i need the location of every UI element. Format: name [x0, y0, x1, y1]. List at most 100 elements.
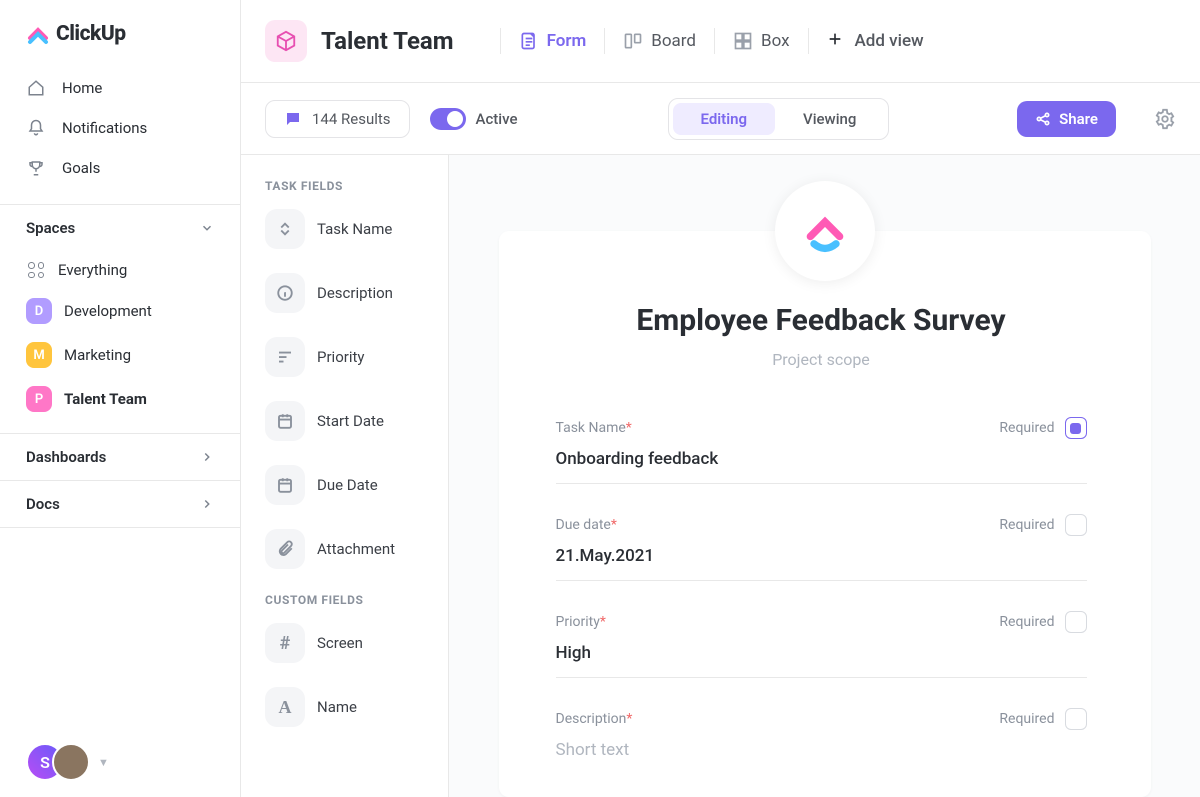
checkbox-checked-icon[interactable] [1065, 417, 1087, 439]
form-subtitle[interactable]: Project scope [556, 350, 1087, 369]
calendar-icon [265, 401, 305, 441]
attachment-icon [265, 529, 305, 569]
form-field-task-name[interactable]: Task Name* Required Onboarding feedback [556, 409, 1087, 484]
checkbox-icon[interactable] [1065, 514, 1087, 536]
space-marketing[interactable]: M Marketing [0, 333, 240, 377]
field-label: Description* [556, 711, 633, 727]
field-label: Description [317, 284, 393, 302]
custom-field-screen[interactable]: # Screen [265, 623, 440, 663]
sidebar: ClickUp Home Notifications Goals Spaces [0, 0, 241, 797]
chevron-right-icon [200, 450, 214, 464]
switch-on-icon[interactable] [430, 108, 466, 130]
mode-viewing[interactable]: Viewing [775, 103, 884, 135]
field-label: Task Name [317, 220, 392, 238]
logo[interactable]: ClickUp [0, 22, 240, 68]
nav-notifications-label: Notifications [62, 119, 147, 137]
space-everything[interactable]: Everything [0, 251, 240, 289]
active-toggle[interactable]: Active [430, 108, 518, 130]
priority-icon [265, 337, 305, 377]
field-value[interactable]: Onboarding feedback [556, 449, 1087, 469]
settings-button[interactable] [1154, 108, 1176, 130]
space-title: Talent Team [321, 27, 454, 55]
field-value[interactable]: High [556, 643, 1087, 663]
divider [500, 28, 501, 54]
field-label: Start Date [317, 412, 384, 430]
caret-down-icon: ▼ [98, 756, 109, 769]
calendar-icon [265, 465, 305, 505]
plus-icon [827, 31, 847, 51]
space-badge: P [26, 386, 52, 412]
primary-nav: Home Notifications Goals [0, 68, 240, 188]
custom-field-name[interactable]: A Name [265, 687, 440, 727]
chevron-down-icon [200, 221, 214, 235]
field-label: Name [317, 698, 357, 716]
spaces-toggle[interactable]: Spaces [0, 204, 240, 251]
docs-toggle[interactable]: Docs [0, 480, 240, 528]
nav-notifications[interactable]: Notifications [0, 108, 240, 148]
field-label: Priority* [556, 614, 606, 630]
dashboards-label: Dashboards [26, 448, 106, 466]
box-icon [733, 31, 753, 51]
logo-mark-icon [26, 22, 50, 46]
field-description[interactable]: Description [265, 273, 440, 313]
view-tab-form-label: Form [547, 31, 587, 51]
fields-panel: TASK FIELDS Task Name Description Priori… [241, 155, 448, 797]
workspace: TASK FIELDS Task Name Description Priori… [241, 155, 1200, 797]
space-development[interactable]: D Development [0, 289, 240, 333]
task-fields-heading: TASK FIELDS [265, 179, 440, 193]
field-start-date[interactable]: Start Date [265, 401, 440, 441]
space-talent-team[interactable]: P Talent Team [0, 377, 240, 421]
form-field-due-date[interactable]: Due date* Required 21.May.2021 [556, 506, 1087, 581]
space-badge: M [26, 342, 52, 368]
space-label: Talent Team [64, 390, 147, 408]
add-view-button[interactable]: Add view [827, 31, 924, 51]
space-chip-icon[interactable] [265, 20, 307, 62]
field-label: Due date* [556, 517, 617, 533]
nav-home[interactable]: Home [0, 68, 240, 108]
mode-editing[interactable]: Editing [673, 103, 776, 135]
divider [808, 28, 809, 54]
share-button[interactable]: Share [1017, 101, 1116, 137]
required-toggle[interactable]: Required [999, 611, 1086, 633]
form-field-priority[interactable]: Priority* Required High [556, 603, 1087, 678]
view-header: Talent Team Form Board Box A [241, 0, 1200, 83]
form-canvas: Employee Feedback Survey Project scope T… [448, 155, 1200, 797]
form-logo[interactable] [775, 181, 875, 281]
field-value[interactable]: 21.May.2021 [556, 546, 1087, 566]
logo-text: ClickUp [56, 22, 126, 46]
field-priority[interactable]: Priority [265, 337, 440, 377]
avatar-stack[interactable]: S ▼ [0, 727, 240, 797]
field-label: Priority [317, 348, 364, 366]
checkbox-icon[interactable] [1065, 708, 1087, 730]
custom-fields-heading: CUSTOM FIELDS [265, 593, 440, 607]
expand-icon [265, 209, 305, 249]
info-icon [265, 273, 305, 313]
active-label: Active [476, 110, 518, 128]
form-field-description[interactable]: Description* Required Short text [556, 700, 1087, 774]
field-attachment[interactable]: Attachment [265, 529, 440, 569]
results-button[interactable]: 144 Results [265, 100, 410, 138]
field-task-name[interactable]: Task Name [265, 209, 440, 249]
field-due-date[interactable]: Due Date [265, 465, 440, 505]
checkbox-icon[interactable] [1065, 611, 1087, 633]
field-label: Task Name* [556, 420, 632, 436]
view-tab-box[interactable]: Box [733, 31, 790, 51]
mode-segment: Editing Viewing [668, 98, 890, 140]
chevron-right-icon [200, 497, 214, 511]
dashboards-toggle[interactable]: Dashboards [0, 433, 240, 480]
space-label: Development [64, 302, 152, 320]
view-tab-board[interactable]: Board [623, 31, 696, 51]
field-placeholder[interactable]: Short text [556, 740, 1087, 760]
required-toggle[interactable]: Required [999, 417, 1086, 439]
form-icon [519, 31, 539, 51]
nav-goals[interactable]: Goals [0, 148, 240, 188]
board-icon [623, 31, 643, 51]
form-title[interactable]: Employee Feedback Survey [556, 303, 1087, 338]
required-toggle[interactable]: Required [999, 708, 1086, 730]
view-tab-form[interactable]: Form [519, 31, 587, 51]
comment-icon [284, 110, 302, 128]
space-badge: D [26, 298, 52, 324]
space-everything-label: Everything [58, 261, 127, 279]
divider [714, 28, 715, 54]
required-toggle[interactable]: Required [999, 514, 1086, 536]
